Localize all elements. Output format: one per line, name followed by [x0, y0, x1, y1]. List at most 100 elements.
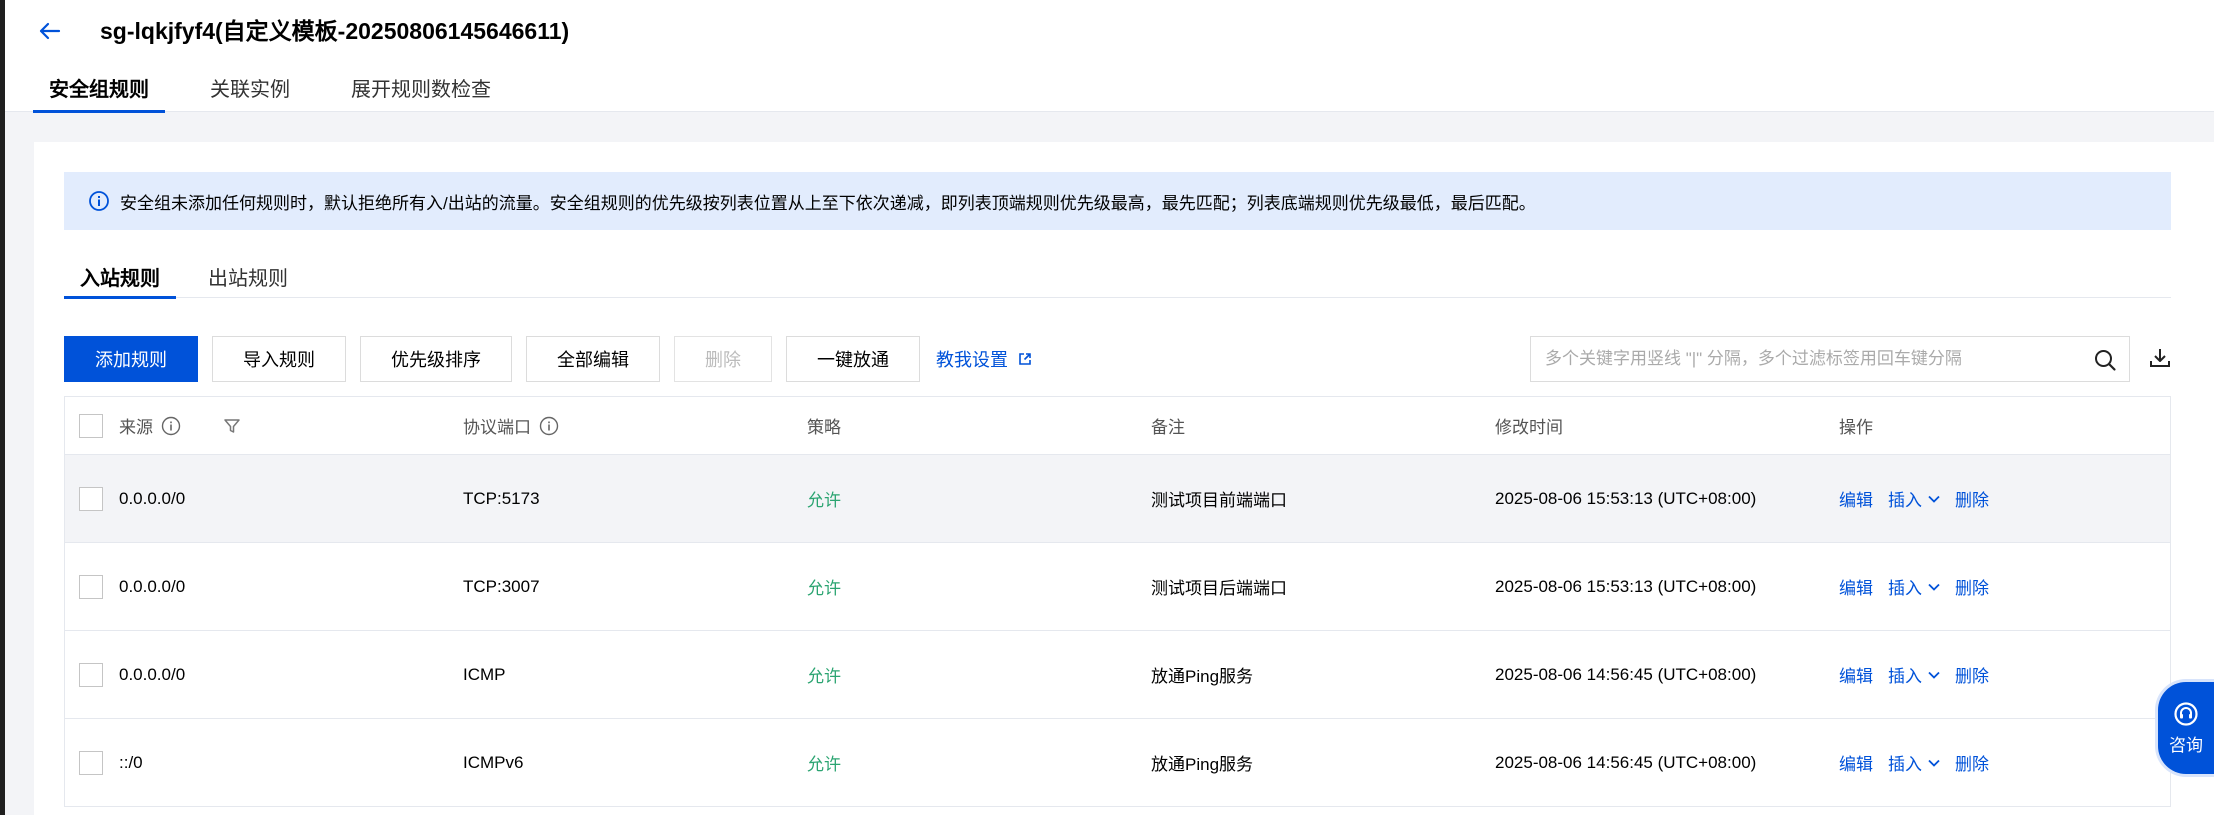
rules-toolbar: 添加规则 导入规则 优先级排序 全部编辑 删除 一键放通 教我设置 [64, 336, 1032, 382]
row-checkbox[interactable] [79, 662, 103, 687]
cell-source: 0.0.0.0/0 [119, 664, 186, 684]
priority-sort-button[interactable]: 优先级排序 [360, 336, 512, 382]
cell-source: 0.0.0.0/0 [119, 488, 186, 508]
cell-source: 0.0.0.0/0 [119, 576, 186, 596]
insert-dropdown[interactable]: 插入 [1888, 486, 1940, 511]
page-header: sg-lqkjfyf4(自定义模板-20250806145646611) 安全组… [5, 0, 2214, 113]
cell-ops: 编辑 插入 删除 [1839, 719, 2004, 806]
download-icon[interactable] [2148, 346, 2172, 370]
back-button[interactable] [33, 14, 67, 48]
filter-icon [224, 418, 240, 433]
window-edge [0, 0, 5, 815]
header-port: 协议端口 [463, 397, 559, 454]
chevron-down-icon [1928, 759, 1940, 767]
table-row: ::/0 ICMPv6 允许 放通Ping服务 2025-08-06 14:56… [65, 719, 2170, 807]
cell-port: ICMP [463, 664, 506, 684]
add-rule-button[interactable]: 添加规则 [64, 336, 198, 382]
guide-link-label: 教我设置 [936, 350, 1008, 370]
tab-security-group-rules[interactable]: 安全组规则 [33, 70, 165, 113]
cell-time: 2025-08-06 15:53:13 (UTC+08:00) [1495, 576, 1757, 596]
cell-note: 放通Ping服务 [1151, 667, 1254, 686]
cell-policy: 允许 [807, 755, 841, 774]
cell-note: 放通Ping服务 [1151, 755, 1254, 774]
info-icon[interactable] [161, 416, 181, 436]
delete-link[interactable]: 删除 [1955, 750, 1989, 775]
search-icon[interactable] [2093, 348, 2117, 372]
cell-source: ::/0 [119, 752, 143, 772]
insert-dropdown[interactable]: 插入 [1888, 750, 1940, 775]
edit-all-button[interactable]: 全部编辑 [526, 336, 660, 382]
edit-link[interactable]: 编辑 [1839, 486, 1873, 511]
cell-time: 2025-08-06 14:56:45 (UTC+08:00) [1495, 752, 1757, 772]
select-all-checkbox[interactable] [79, 413, 103, 438]
table-header-row: 来源 协议端口 策略 备注 修改时间 操作 [65, 397, 2170, 455]
insert-label: 插入 [1888, 491, 1922, 510]
source-filter[interactable] [223, 397, 241, 454]
header-ops: 操作 [1839, 418, 1873, 437]
search-box [1530, 336, 2130, 382]
arrow-left-icon [39, 22, 61, 40]
delete-link[interactable]: 删除 [1955, 662, 1989, 687]
cell-policy: 允许 [807, 491, 841, 510]
import-rule-button[interactable]: 导入规则 [212, 336, 346, 382]
external-link-icon [1019, 353, 1031, 365]
table-row: 0.0.0.0/0 TCP:5173 允许 测试项目前端端口 2025-08-0… [65, 455, 2170, 543]
cell-port: TCP:3007 [463, 576, 540, 596]
tab-outbound-rules[interactable]: 出站规则 [192, 264, 304, 297]
cell-port: TCP:5173 [463, 488, 540, 508]
header-note: 备注 [1151, 418, 1185, 437]
page-title: sg-lqkjfyf4(自定义模板-20250806145646611) [100, 18, 570, 44]
cell-note: 测试项目前端端口 [1151, 491, 1287, 510]
header-time: 修改时间 [1495, 418, 1563, 437]
info-icon[interactable] [539, 416, 559, 436]
tab-inbound-rules[interactable]: 入站规则 [64, 264, 176, 299]
insert-label: 插入 [1888, 579, 1922, 598]
header-source: 来源 [119, 397, 181, 454]
tab-associated-instances[interactable]: 关联实例 [189, 70, 311, 112]
rules-card: 安全组未添加任何规则时，默认拒绝所有入/出站的流量。安全组规则的优先级按列表位置… [34, 142, 2214, 815]
tab-expand-rule-check[interactable]: 展开规则数检查 [330, 70, 512, 112]
delete-link[interactable]: 删除 [1955, 574, 1989, 599]
cell-time: 2025-08-06 15:53:13 (UTC+08:00) [1495, 488, 1757, 508]
main-tabs: 安全组规则 关联实例 展开规则数检查 [33, 70, 531, 113]
header-port-label: 协议端口 [463, 418, 531, 437]
header-source-label: 来源 [119, 418, 153, 437]
insert-label: 插入 [1888, 755, 1922, 774]
insert-dropdown[interactable]: 插入 [1888, 574, 1940, 599]
insert-dropdown[interactable]: 插入 [1888, 662, 1940, 687]
header-policy: 策略 [807, 418, 841, 437]
consult-button[interactable]: 咨询 [2158, 682, 2214, 774]
chevron-down-icon [1928, 583, 1940, 591]
table-row: 0.0.0.0/0 TCP:3007 允许 测试项目后端端口 2025-08-0… [65, 543, 2170, 631]
cell-note: 测试项目后端端口 [1151, 579, 1287, 598]
table-row: 0.0.0.0/0 ICMP 允许 放通Ping服务 2025-08-06 14… [65, 631, 2170, 719]
rules-table: 来源 协议端口 策略 备注 修改时间 操作 0.0.0.0/0 TCP:5173… [64, 396, 2171, 807]
consult-label: 咨询 [2169, 735, 2203, 755]
cell-port: ICMPv6 [463, 752, 524, 772]
headset-icon [2174, 701, 2198, 726]
row-checkbox[interactable] [79, 574, 103, 599]
cell-ops: 编辑 插入 删除 [1839, 455, 2004, 542]
cell-policy: 允许 [807, 667, 841, 686]
cell-ops: 编辑 插入 删除 [1839, 543, 2004, 630]
insert-label: 插入 [1888, 667, 1922, 686]
search-input[interactable] [1545, 349, 2085, 369]
chevron-down-icon [1928, 671, 1940, 679]
info-icon [89, 191, 109, 211]
cell-time: 2025-08-06 14:56:45 (UTC+08:00) [1495, 664, 1757, 684]
row-checkbox[interactable] [79, 486, 103, 511]
edit-link[interactable]: 编辑 [1839, 574, 1873, 599]
notice-text: 安全组未添加任何规则时，默认拒绝所有入/出站的流量。安全组规则的优先级按列表位置… [120, 193, 1536, 213]
delete-link[interactable]: 删除 [1955, 486, 1989, 511]
one-click-allow-button[interactable]: 一键放通 [786, 336, 920, 382]
edit-link[interactable]: 编辑 [1839, 662, 1873, 687]
delete-button[interactable]: 删除 [674, 336, 772, 382]
info-notice: 安全组未添加任何规则时，默认拒绝所有入/出站的流量。安全组规则的优先级按列表位置… [64, 172, 2171, 230]
rule-direction-tabs: 入站规则 出站规则 [64, 264, 2171, 299]
edit-link[interactable]: 编辑 [1839, 750, 1873, 775]
chevron-down-icon [1928, 495, 1940, 503]
cell-policy: 允许 [807, 579, 841, 598]
guide-link[interactable]: 教我设置 [936, 346, 1032, 372]
cell-ops: 编辑 插入 删除 [1839, 631, 2004, 718]
row-checkbox[interactable] [79, 750, 103, 775]
